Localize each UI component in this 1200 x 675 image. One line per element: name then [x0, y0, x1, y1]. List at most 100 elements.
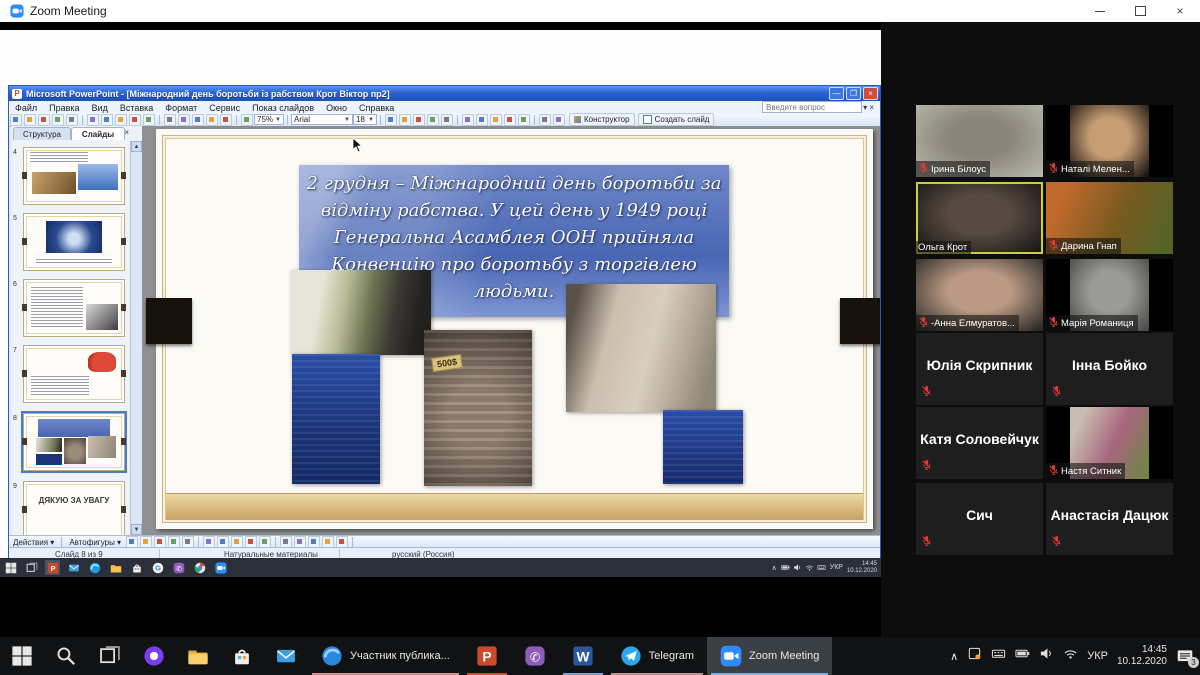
close-button[interactable]: ×	[1160, 0, 1200, 22]
language-input-indicator[interactable]: УКР	[1087, 650, 1108, 662]
menu-item-5[interactable]: Формат	[159, 103, 203, 113]
image-gagged-woman[interactable]	[566, 284, 716, 412]
notification-center-icon[interactable]: 3	[1176, 647, 1194, 665]
toolbar-save-icon[interactable]	[38, 114, 50, 126]
format-shadow-icon[interactable]	[427, 114, 439, 126]
inner-taskbar-start-icon[interactable]	[3, 560, 18, 575]
image-sea-left[interactable]	[292, 354, 380, 484]
format-underline-icon[interactable]	[413, 114, 425, 126]
participant-tile[interactable]: Ольга Крот	[916, 182, 1043, 254]
inner-taskbar-chrome-icon[interactable]	[192, 560, 207, 575]
taskbar-powerpoint-window-button[interactable]: P	[463, 637, 511, 675]
toolbar-cut-icon[interactable]	[129, 114, 141, 126]
tray-touch-keyboard-icon[interactable]	[991, 646, 1006, 666]
inner-taskbar-mail-icon[interactable]	[66, 560, 81, 575]
slide-thumbnail-8[interactable]	[23, 413, 125, 471]
toolbar-insert-table-icon[interactable]	[241, 114, 253, 126]
zoom-level-select[interactable]: 75%▼	[254, 114, 284, 125]
slide-thumbnail-5[interactable]	[23, 213, 125, 271]
taskbar-alice-button[interactable]	[132, 637, 176, 675]
toolbar-redo-icon[interactable]	[206, 114, 218, 126]
toolbar-research-icon[interactable]	[115, 114, 127, 126]
inner-tray-touch-keyboard-icon[interactable]	[817, 559, 826, 577]
taskbar-browser-window-button[interactable]: Участник публика...	[308, 637, 463, 675]
inner-taskbar-store-icon[interactable]	[129, 560, 144, 575]
font-size-select[interactable]: 18▼	[353, 114, 377, 125]
tray-speaker-icon[interactable]	[1039, 646, 1054, 666]
format-increase-font-icon[interactable]	[518, 114, 530, 126]
image-money-handcuffs[interactable]	[291, 270, 431, 355]
menu-item-6[interactable]: Сервис	[203, 103, 246, 113]
slide-thumbnail-7[interactable]	[23, 345, 125, 403]
toolbar-open-icon[interactable]	[24, 114, 36, 126]
menu-item-2[interactable]: Правка	[43, 103, 85, 113]
inner-language-indicator[interactable]: УКР	[830, 564, 843, 571]
participant-tile[interactable]: Ірина Білоус	[916, 105, 1043, 177]
inner-taskbar-google-icon[interactable]: G	[150, 560, 165, 575]
toolbar-new-icon[interactable]	[10, 114, 22, 126]
taskbar-word-window-button[interactable]: W	[559, 637, 607, 675]
inner-tray-chevron-icon[interactable]: ∧	[772, 564, 777, 572]
inner-taskbar-task-view-icon[interactable]	[24, 560, 39, 575]
inner-taskbar-folder-icon[interactable]	[108, 560, 123, 575]
taskbar-clock[interactable]: 14:4510.12.2020	[1117, 644, 1167, 668]
menu-item-9[interactable]: Справка	[353, 103, 400, 113]
inner-tray-battery-icon[interactable]	[781, 559, 790, 577]
toolbar-copy-icon[interactable]	[143, 114, 155, 126]
toolbar-spelling-icon[interactable]	[101, 114, 113, 126]
help-question-input[interactable]	[762, 101, 862, 113]
toolbar-paste-icon[interactable]	[164, 114, 176, 126]
inner-taskbar-viber-icon[interactable]: ✆	[171, 560, 186, 575]
tray-battery-icon[interactable]	[1015, 646, 1030, 666]
participant-tile[interactable]: Настя Ситник	[1046, 407, 1173, 479]
participant-tile[interactable]: Наталі Мелен...	[1046, 105, 1173, 177]
new-slide-button[interactable]: Создать слайд	[638, 113, 715, 126]
doc-close-icon[interactable]: ▾ ×	[863, 103, 874, 112]
participant-tile[interactable]: Сич	[916, 483, 1043, 555]
ppt-minimize-button[interactable]: —	[829, 87, 844, 100]
format-font-color-icon[interactable]	[553, 114, 565, 126]
format-align-left-icon[interactable]	[441, 114, 453, 126]
menu-item-1[interactable]: Файл	[9, 103, 43, 113]
tray-action-center-icon[interactable]	[967, 646, 982, 666]
toolbar-format-painter-icon[interactable]	[178, 114, 190, 126]
menu-item-3[interactable]: Вид	[86, 103, 114, 113]
image-crying-girl[interactable]: 500$	[424, 330, 532, 486]
taskbar-task-view-button[interactable]	[88, 637, 132, 675]
toolbar-insert-chart-icon[interactable]	[220, 114, 232, 126]
taskbar-telegram-window-button[interactable]: Telegram	[607, 637, 707, 675]
participant-tile[interactable]: Марія Романиця	[1046, 259, 1173, 331]
scroll-up-icon[interactable]: ▲	[131, 141, 142, 152]
format-bullets-icon[interactable]	[504, 114, 516, 126]
inner-tray-wifi-icon[interactable]	[805, 559, 814, 577]
participant-tile[interactable]: Інна Бойко	[1046, 333, 1173, 405]
participant-tile[interactable]: Катя Соловейчук	[916, 407, 1043, 479]
format-italic-icon[interactable]	[399, 114, 411, 126]
font-name-select[interactable]: Arial▼	[291, 114, 353, 125]
slide-canvas[interactable]: 2 грудня – Міжнародний день боротьби за …	[156, 129, 873, 529]
menu-item-4[interactable]: Вставка	[114, 103, 159, 113]
slide-thumbnail-4[interactable]	[23, 147, 125, 205]
toolbar-undo-icon[interactable]	[192, 114, 204, 126]
participant-tile[interactable]: Дарина Гнап	[1046, 182, 1173, 254]
restore-button[interactable]	[1120, 0, 1160, 22]
toolbar-print-preview-icon[interactable]	[87, 114, 99, 126]
participant-tile[interactable]: Юлія Скрипник	[916, 333, 1043, 405]
format-decrease-font-icon[interactable]	[539, 114, 551, 126]
autoshapes-menu[interactable]: Автофигуры ▾	[69, 538, 121, 547]
format-align-right-icon[interactable]	[476, 114, 488, 126]
tray-chevron-icon[interactable]: ∧	[950, 650, 958, 663]
inner-taskbar-edge-icon[interactable]	[87, 560, 102, 575]
menu-item-8[interactable]: Окно	[320, 103, 353, 113]
format-numbering-icon[interactable]	[490, 114, 502, 126]
designer-button[interactable]: Конструктор	[569, 113, 635, 126]
inner-taskbar-powerpoint-icon[interactable]: P	[45, 560, 60, 575]
ppt-close-button[interactable]: ×	[863, 87, 878, 100]
tab-outline[interactable]: Структура	[13, 127, 71, 140]
slide-thumbnail-9[interactable]: ДЯКУЮ ЗА УВАГУ	[23, 481, 125, 539]
taskbar-explorer-button[interactable]	[176, 637, 220, 675]
inner-taskbar-zoom-icon[interactable]	[213, 560, 228, 575]
toolbar-print-icon[interactable]	[66, 114, 78, 126]
taskbar-viber-window-button[interactable]: ✆	[511, 637, 559, 675]
ppt-maximize-button[interactable]: ❐	[846, 87, 861, 100]
